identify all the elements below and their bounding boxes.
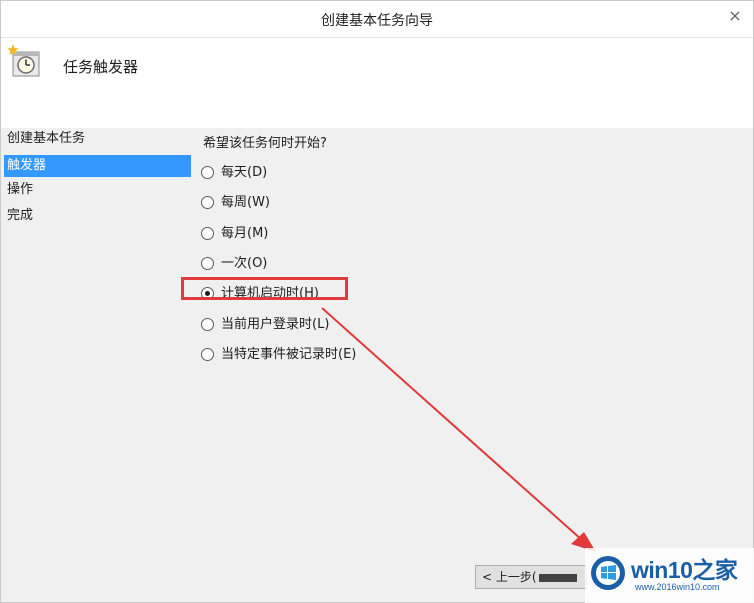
radio-button-checked[interactable]: [201, 286, 214, 300]
page-title: 任务触发器: [63, 58, 139, 76]
step-trigger[interactable]: 触发器: [4, 155, 191, 177]
title-bar[interactable]: 创建基本任务向导 ×: [1, 1, 753, 38]
option-monthly[interactable]: 每月(M): [201, 225, 268, 243]
option-once[interactable]: 一次(O): [201, 255, 267, 273]
close-button[interactable]: ×: [723, 6, 747, 26]
back-button-label: < 上一步(: [482, 570, 537, 584]
watermark: win10之家 www.2016win10.com: [585, 548, 754, 603]
option-at-startup[interactable]: 计算机启动时(H): [201, 285, 319, 303]
option-label: 计算机启动时(H): [221, 286, 319, 301]
radio-button[interactable]: [201, 317, 214, 331]
trigger-question: 希望该任务何时开始?: [203, 136, 327, 151]
window-title: 创建基本任务向导: [321, 13, 433, 29]
trigger-options-panel: 希望该任务何时开始? 每天(D) 每周(W) 每月(M) 一次(O) 计算机启动…: [193, 128, 753, 602]
option-on-event[interactable]: 当特定事件被记录时(E): [201, 346, 356, 364]
task-clock-icon: [7, 44, 40, 77]
step-action[interactable]: 操作: [4, 179, 191, 201]
radio-button[interactable]: [201, 226, 214, 240]
back-button[interactable]: < 上一步(: [475, 565, 587, 589]
wizard-window: 创建基本任务向导 × 任务触发器 创建基本任务 触发器 操作 完成 希望该任务何…: [0, 0, 754, 603]
radio-button[interactable]: [201, 165, 214, 179]
win10-logo-icon: [591, 556, 625, 590]
radio-button[interactable]: [201, 347, 214, 361]
option-daily[interactable]: 每天(D): [201, 164, 267, 182]
option-at-logon[interactable]: 当前用户登录时(L): [201, 316, 329, 334]
option-label: 当特定事件被记录时(E): [221, 347, 357, 362]
option-label: 每周(W): [221, 195, 270, 210]
wizard-header: 任务触发器: [1, 38, 753, 128]
watermark-brand: win10之家: [631, 557, 738, 583]
step-create-basic-task[interactable]: 创建基本任务: [4, 128, 191, 150]
option-label: 每天(D): [221, 165, 268, 180]
wizard-steps-sidebar: 创建基本任务 触发器 操作 完成: [1, 128, 193, 602]
option-weekly[interactable]: 每周(W): [201, 194, 270, 212]
watermark-url: www.2016win10.com: [635, 582, 720, 592]
button-text-obscured: [538, 573, 577, 582]
option-label: 一次(O): [221, 256, 268, 271]
option-label: 每月(M): [221, 226, 269, 241]
step-finish[interactable]: 完成: [4, 205, 191, 227]
radio-button[interactable]: [201, 256, 214, 270]
option-label: 当前用户登录时(L): [221, 317, 330, 332]
radio-button[interactable]: [201, 195, 214, 209]
